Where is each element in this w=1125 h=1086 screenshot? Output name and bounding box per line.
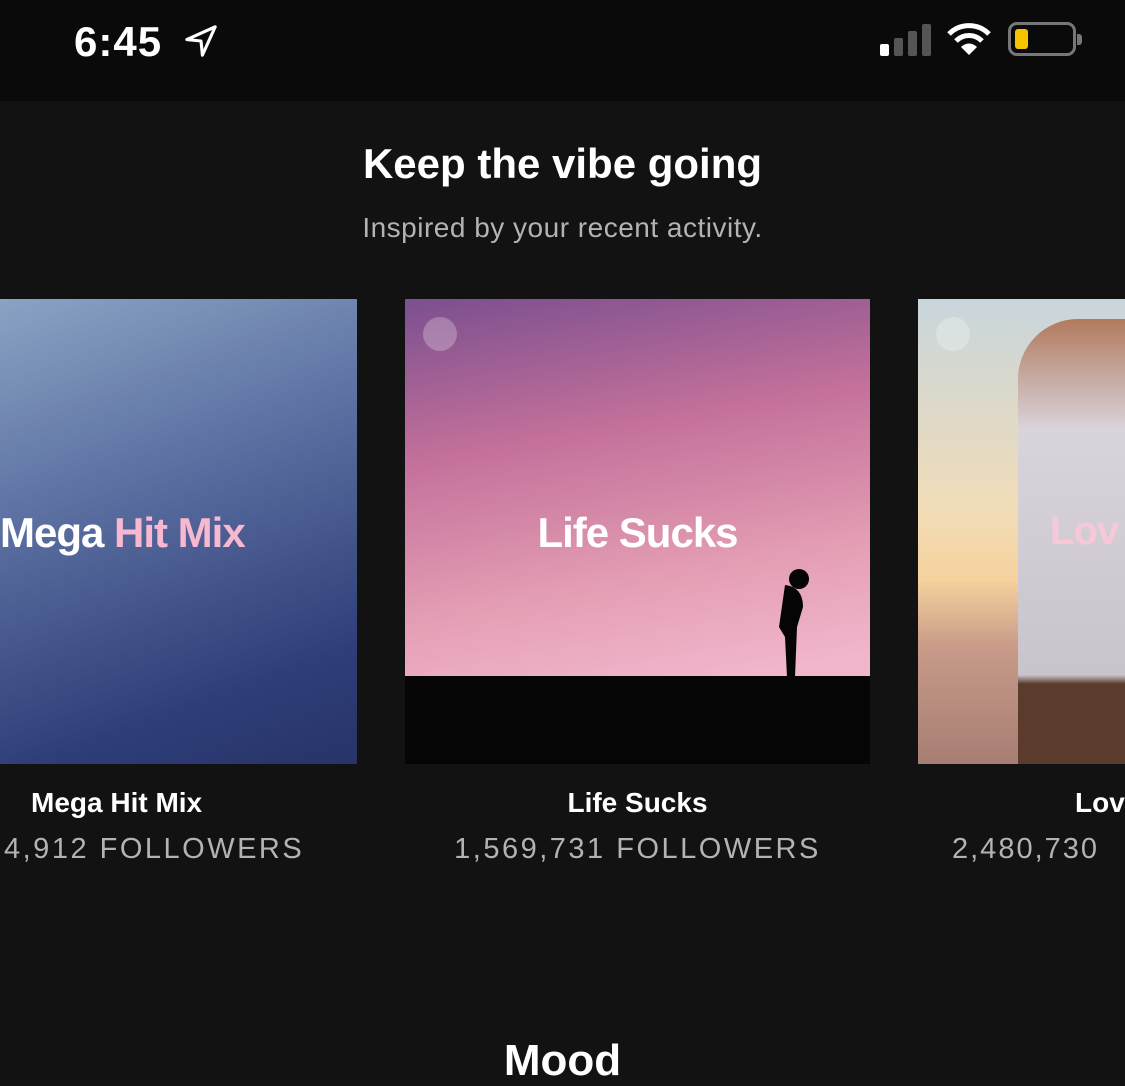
playlist-cover-lov[interactable]: Lov — [918, 299, 1125, 764]
spotify-logo-icon — [936, 317, 970, 351]
silhouette — [779, 569, 809, 677]
playlist-title[interactable]: Mega Hit Mix — [31, 787, 202, 819]
mood-section-title: Mood — [503, 1036, 622, 1085]
status-bar: 6:45 — [0, 0, 1125, 101]
cover-text: Lov — [1050, 509, 1119, 553]
playlist-followers: 4,912 FOLLOWERS — [4, 833, 305, 865]
cover-text: Life Sucks — [537, 509, 738, 556]
playlist-title[interactable]: Life Sucks — [405, 787, 870, 819]
signal-icon — [880, 24, 931, 56]
playlist-followers: 2,480,730 — [952, 833, 1100, 865]
section-title: Keep the vibe going — [362, 140, 763, 187]
battery-icon — [1008, 22, 1082, 56]
clock: 6:45 — [74, 18, 163, 65]
location-arrow-icon — [185, 25, 217, 57]
playlist-title[interactable]: Lov — [1075, 787, 1125, 819]
playlist-cover-mega-hit-mix[interactable]: Mega Hit Mix — [0, 299, 357, 764]
wifi-icon — [947, 23, 991, 55]
spotify-logo-icon — [423, 317, 457, 351]
playlist-followers: 1,569,731 FOLLOWERS — [454, 833, 821, 865]
section-subtitle: Inspired by your recent activity. — [362, 212, 763, 243]
playlist-cover-life-sucks[interactable]: Life Sucks — [405, 299, 870, 764]
cover-text: Mega Hit Mix — [0, 509, 246, 556]
